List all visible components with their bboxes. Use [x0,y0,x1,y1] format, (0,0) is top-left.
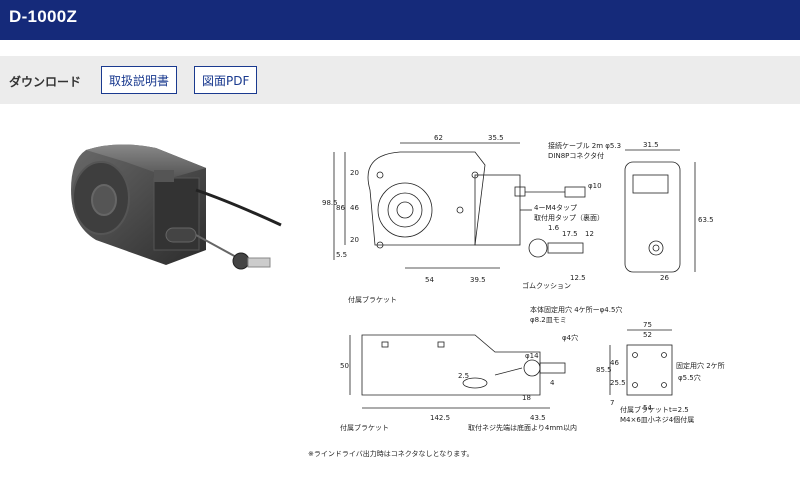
label-mount-tap: 取付用タップ（裏面） [534,213,604,222]
dim-50: 50 [340,362,349,370]
dim-20a: 20 [350,169,359,177]
dim-phi-10: φ10 [588,182,602,190]
label-m4-tap: 4ーM4タップ [534,203,577,212]
dim-5-5: 5.5 [336,251,347,259]
dim-86: 86 [336,204,345,212]
label-screw-spec: M4×6皿小ネジ4個付属 [620,415,694,424]
dim-phi-5-5: φ5.5穴 [678,373,701,382]
product-photo [71,144,282,270]
dim-35-5: 35.5 [488,134,504,142]
dim-18: 18 [522,394,531,402]
label-din-connector: DIN8Pコネクタ付 [548,151,604,160]
dim-phi-14: φ14 [525,352,539,360]
page-title: D-1000Z [9,7,78,26]
download-label: ダウンロード [9,75,82,89]
label-bracket-spec: 付属ブラケットt=2.5 [620,405,689,414]
dim-2-5: 2.5 [458,372,469,380]
dim-54: 54 [425,276,434,284]
dim-12: 12 [585,230,594,238]
dim-26: 26 [660,274,669,282]
dim-85-5: 85.5 [596,366,612,374]
dim-31-5: 31.5 [643,141,659,149]
dim-25-5: 25.5 [610,379,626,387]
dim-63-5: 63.5 [698,216,714,224]
label-bracket-front: 付属ブラケット [348,295,397,304]
dim-39-5: 39.5 [470,276,486,284]
dim-43-5: 43.5 [530,414,546,422]
dim-142-5: 142.5 [430,414,450,422]
dim-46: 46 [350,204,359,212]
dim-7: 7 [610,399,614,407]
manual-download-button[interactable]: 取扱説明書 [101,66,178,94]
dim-20b: 20 [350,236,359,244]
label-cable: 接続ケーブル 2m φ5.3 [548,141,621,150]
label-screw-note: 取付ネジ先端は底面より4mm以内 [468,423,577,432]
label-fix-holes: 固定用穴 2ケ所 [676,361,725,370]
dim-52: 52 [643,331,652,339]
dim-1-6: 1.6 [548,224,560,232]
dim-phi-4: φ4穴 [562,333,578,342]
label-bracket-bottom: 付属ブラケット [340,423,389,432]
product-title-bar: D-1000Z [0,0,800,40]
label-rubber-cushion: ゴムクッション [522,281,571,290]
dim-17-5: 17.5 [562,230,578,238]
dimension-drawing: 62 35.5 31.5 98.5 86 46 20 20 5.5 54 39.… [322,134,725,432]
dim-46b: 46 [610,359,619,367]
download-bar: ダウンロード 取扱説明書 図面PDF [0,56,800,104]
label-spot-face: φ8.2皿モミ [530,316,567,324]
line-driver-note: ※ラインドライバ出力時はコネクタなしとなります。 [308,450,474,458]
dim-62: 62 [434,134,443,142]
label-body-holes: 本体固定用穴 4ケ所ーφ4.5穴 [530,305,622,314]
dim-75: 75 [643,321,652,329]
dim-4: 4 [550,379,555,387]
drawing-pdf-button[interactable]: 図面PDF [194,66,258,94]
dim-12-5: 12.5 [570,274,586,282]
